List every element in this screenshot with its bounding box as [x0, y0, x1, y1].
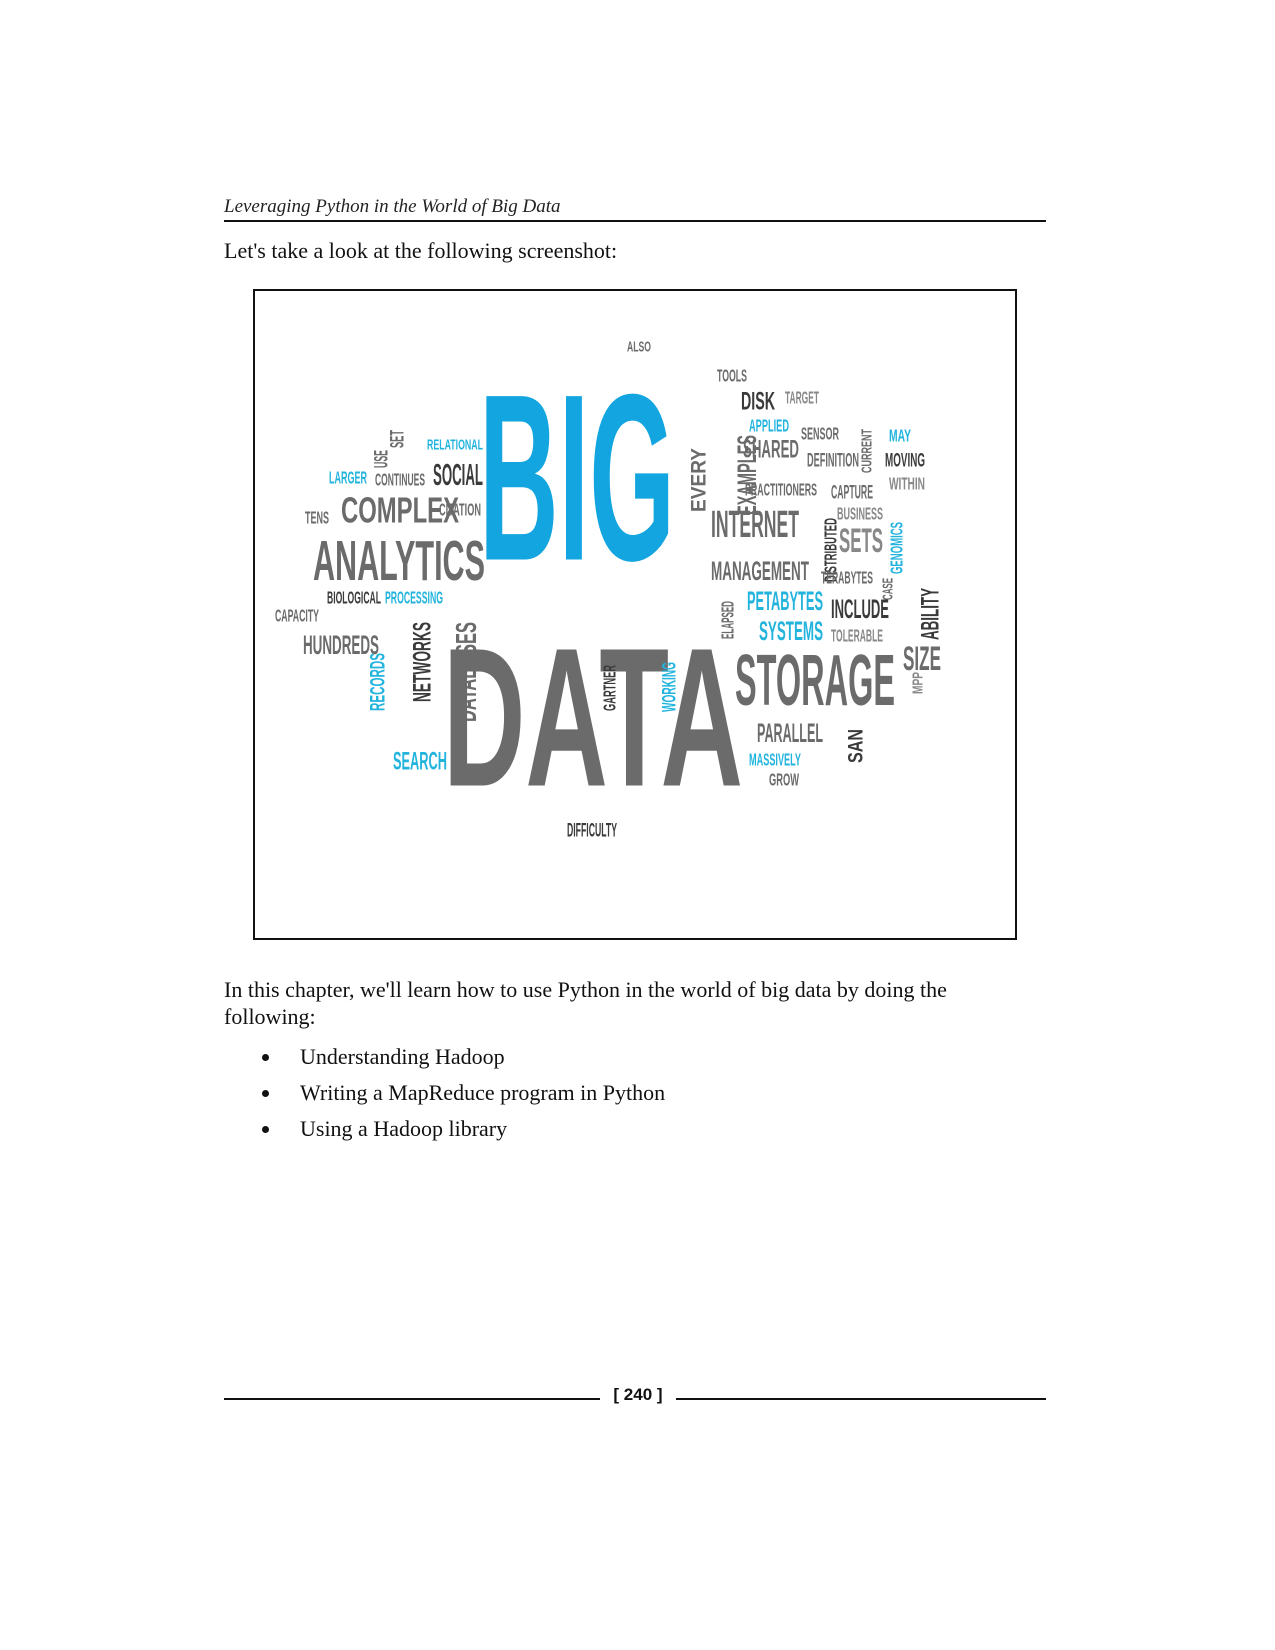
footer-rule-right [676, 1398, 1046, 1400]
cloud-word: BIOLOGICAL [327, 589, 381, 608]
cloud-word: DATABASES [451, 622, 483, 722]
cloud-word: ALSO [627, 339, 651, 356]
cloud-word: MASSIVELY [749, 751, 801, 770]
cloud-word: CURRENT [859, 429, 876, 473]
cloud-word: MPP [910, 672, 927, 694]
cloud-word: CAPTURE [831, 483, 873, 504]
cloud-word: WITHIN [889, 475, 925, 494]
cloud-word: INTERNET [711, 504, 799, 546]
cloud-word: DISK [741, 389, 775, 416]
cloud-word: EVERY [688, 448, 711, 512]
cloud-word: PRACTITIONERS [745, 481, 817, 500]
cloud-word: GROW [769, 771, 799, 790]
cloud-word: CAPACITY [275, 607, 319, 626]
cloud-word: PETABYTES [747, 586, 823, 616]
cloud-word: SET [388, 430, 409, 448]
cloud-word: DIFFICULTY [567, 821, 617, 842]
cloud-word: PARALLEL [757, 718, 823, 748]
cloud-word: PROCESSING [385, 589, 443, 608]
cloud-word: SETS [839, 522, 883, 560]
cloud-word: GENOMICS [888, 522, 907, 574]
bullet-icon [262, 1090, 269, 1097]
cloud-word: SEARCH [393, 749, 447, 776]
header-rule [224, 220, 1046, 222]
topic-list-item: Understanding Hadoop [224, 1043, 1004, 1079]
cloud-word: GARTNER [601, 665, 620, 711]
cloud-word: TOOLS [717, 367, 747, 386]
bullet-icon [262, 1126, 269, 1133]
cloud-word: NETWORKS [410, 622, 437, 702]
chapter-overview-paragraph: In this chapter, we'll learn how to use … [224, 977, 947, 1029]
cloud-word: EXAMPLES [732, 435, 762, 515]
bullet-icon [262, 1054, 269, 1061]
cloud-word: STORAGE [735, 641, 895, 721]
cloud-word: USE [372, 450, 393, 468]
cloud-word: RELATIONAL [427, 437, 483, 454]
cloud-word: MAY [889, 427, 911, 446]
cloud-word: ANALYTICS [313, 529, 485, 593]
topic-list-item: Using a Hadoop library [224, 1115, 1004, 1151]
cloud-word: TERABYTES [821, 569, 873, 588]
topic-label: Writing a MapReduce program in Python [300, 1080, 666, 1105]
running-header: Leveraging Python in the World of Big Da… [224, 196, 561, 217]
cloud-word: SOCIAL [433, 458, 483, 492]
cloud-word: APPLIED [749, 417, 789, 436]
cloud-word: WORKING [660, 662, 681, 712]
cloud-word: ABILITY [918, 588, 945, 640]
footer-rule-left [224, 1398, 600, 1400]
topic-label: Using a Hadoop library [300, 1116, 508, 1141]
cloud-word: TARGET [785, 389, 819, 408]
cloud-word: DATA [443, 607, 743, 828]
cloud-word: CITATION [439, 501, 481, 520]
word-cloud-image: BIGDATAANALYTICSCOMPLEXSOCIALCITATIONREL… [275, 339, 945, 842]
cloud-word: CONTINUES [375, 471, 425, 490]
topic-list-item: Writing a MapReduce program in Python [224, 1079, 1004, 1115]
cloud-word: BIG [479, 346, 675, 611]
cloud-word: TENS [305, 509, 329, 528]
cloud-word: LARGER [329, 469, 367, 488]
big-data-word-cloud-figure: BIG DATA ANALYTICS COMPLEX SOCIAL CITATION REL… [253, 289, 1017, 940]
cloud-word: BUSINESS [837, 505, 883, 524]
cloud-word: INCLUDE [831, 594, 889, 624]
page-number: [ 240 ] [613, 1385, 663, 1404]
cloud-word: DEFINITION [807, 451, 859, 472]
cloud-word: SAN [845, 729, 868, 763]
cloud-word: MANAGEMENT [711, 556, 809, 586]
cloud-word: SENSOR [801, 425, 839, 444]
cloud-word: RECORDS [367, 653, 390, 711]
topic-list: Understanding Hadoop Writing a MapReduce… [224, 1043, 1004, 1151]
topic-label: Understanding Hadoop [300, 1044, 505, 1069]
cloud-word: MOVING [885, 451, 925, 472]
intro-sentence: Let's take a look at the following scree… [224, 238, 618, 263]
cloud-word: ELAPSED [719, 601, 738, 639]
